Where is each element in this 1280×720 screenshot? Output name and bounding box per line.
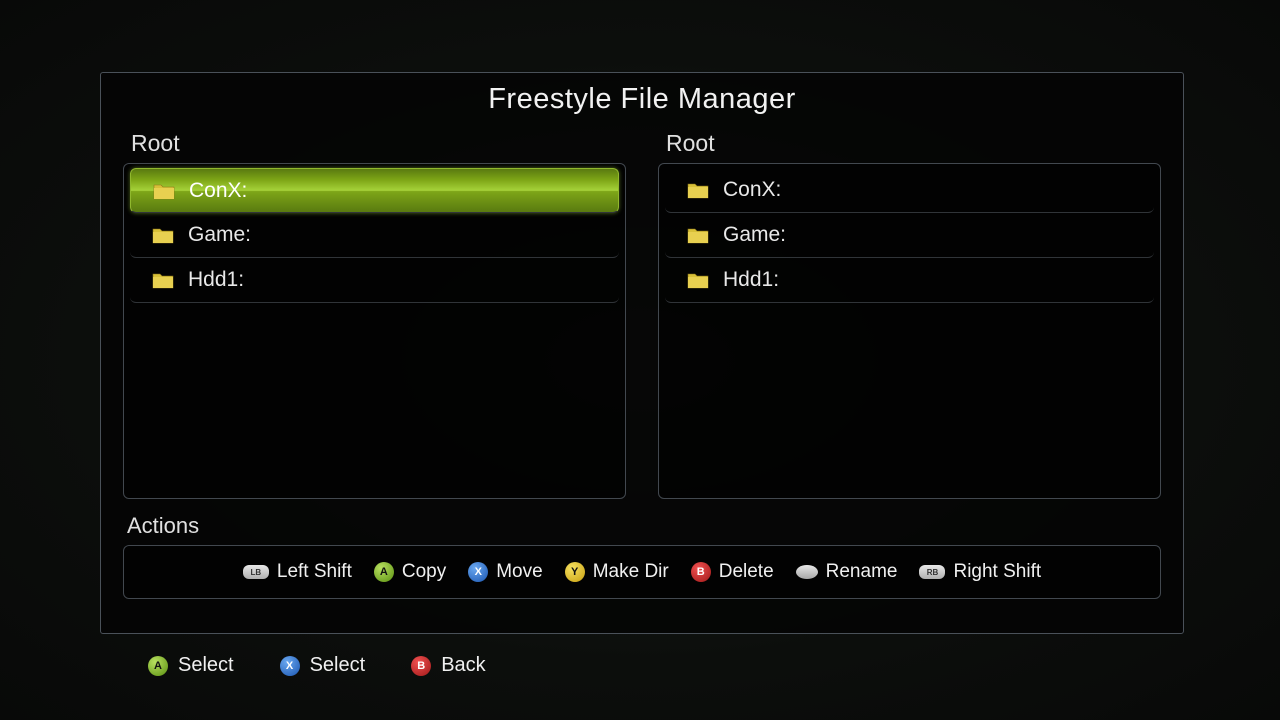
- y-button-icon: Y: [565, 562, 585, 582]
- list-item[interactable]: ConX:: [130, 168, 619, 213]
- list-item[interactable]: Hdd1:: [130, 258, 619, 303]
- folder-icon: [687, 226, 709, 244]
- folder-icon: [152, 271, 174, 289]
- left-pane-list[interactable]: ConX: Game: Hdd1:: [123, 163, 626, 499]
- right-pane-list[interactable]: ConX: Game: Hdd1:: [658, 163, 1161, 499]
- list-item[interactable]: Game:: [665, 213, 1154, 258]
- actions-bar: LB Left Shift A Copy X Move Y Make Dir B…: [123, 545, 1161, 599]
- delete-action[interactable]: B Delete: [691, 561, 774, 583]
- right-pane-path: Root: [666, 130, 1161, 157]
- back-button-icon: [796, 565, 818, 579]
- copy-action[interactable]: A Copy: [374, 561, 446, 583]
- lb-button-icon: LB: [243, 565, 269, 579]
- left-pane: Root ConX: Game:: [123, 130, 626, 499]
- action-label: Make Dir: [593, 561, 669, 583]
- hint-label: Back: [441, 654, 485, 677]
- b-button-icon: B: [411, 656, 431, 676]
- back-hint: B Back: [411, 654, 485, 677]
- make-dir-action[interactable]: Y Make Dir: [565, 561, 669, 583]
- b-button-icon: B: [691, 562, 711, 582]
- folder-icon: [153, 182, 175, 200]
- right-shift-action[interactable]: RB Right Shift: [919, 561, 1041, 583]
- item-label: ConX:: [723, 178, 781, 202]
- item-label: Hdd1:: [723, 268, 779, 292]
- item-label: Game:: [188, 223, 251, 247]
- action-label: Left Shift: [277, 561, 352, 583]
- rename-action[interactable]: Rename: [796, 561, 898, 583]
- x-button-icon: X: [468, 562, 488, 582]
- folder-icon: [152, 226, 174, 244]
- a-button-icon: A: [148, 656, 168, 676]
- left-shift-action[interactable]: LB Left Shift: [243, 561, 352, 583]
- action-label: Right Shift: [953, 561, 1041, 583]
- action-label: Rename: [826, 561, 898, 583]
- select-hint-x: X Select: [280, 654, 366, 677]
- folder-icon: [687, 181, 709, 199]
- window-title: Freestyle File Manager: [123, 83, 1161, 116]
- list-item[interactable]: Hdd1:: [665, 258, 1154, 303]
- hint-label: Select: [178, 654, 234, 677]
- rb-button-icon: RB: [919, 565, 945, 579]
- bottom-button-hints: A Select X Select B Back: [148, 654, 486, 677]
- action-label: Move: [496, 561, 542, 583]
- a-button-icon: A: [374, 562, 394, 582]
- file-manager-window: Freestyle File Manager Root ConX: Game:: [100, 72, 1184, 634]
- item-label: ConX:: [189, 179, 247, 203]
- action-label: Delete: [719, 561, 774, 583]
- hint-label: Select: [310, 654, 366, 677]
- actions-heading: Actions: [127, 513, 1161, 539]
- list-item[interactable]: ConX:: [665, 168, 1154, 213]
- folder-icon: [687, 271, 709, 289]
- item-label: Game:: [723, 223, 786, 247]
- select-hint-a: A Select: [148, 654, 234, 677]
- right-pane: Root ConX: Game:: [658, 130, 1161, 499]
- dual-pane-container: Root ConX: Game:: [123, 130, 1161, 499]
- action-label: Copy: [402, 561, 446, 583]
- item-label: Hdd1:: [188, 268, 244, 292]
- left-pane-path: Root: [131, 130, 626, 157]
- list-item[interactable]: Game:: [130, 213, 619, 258]
- move-action[interactable]: X Move: [468, 561, 542, 583]
- x-button-icon: X: [280, 656, 300, 676]
